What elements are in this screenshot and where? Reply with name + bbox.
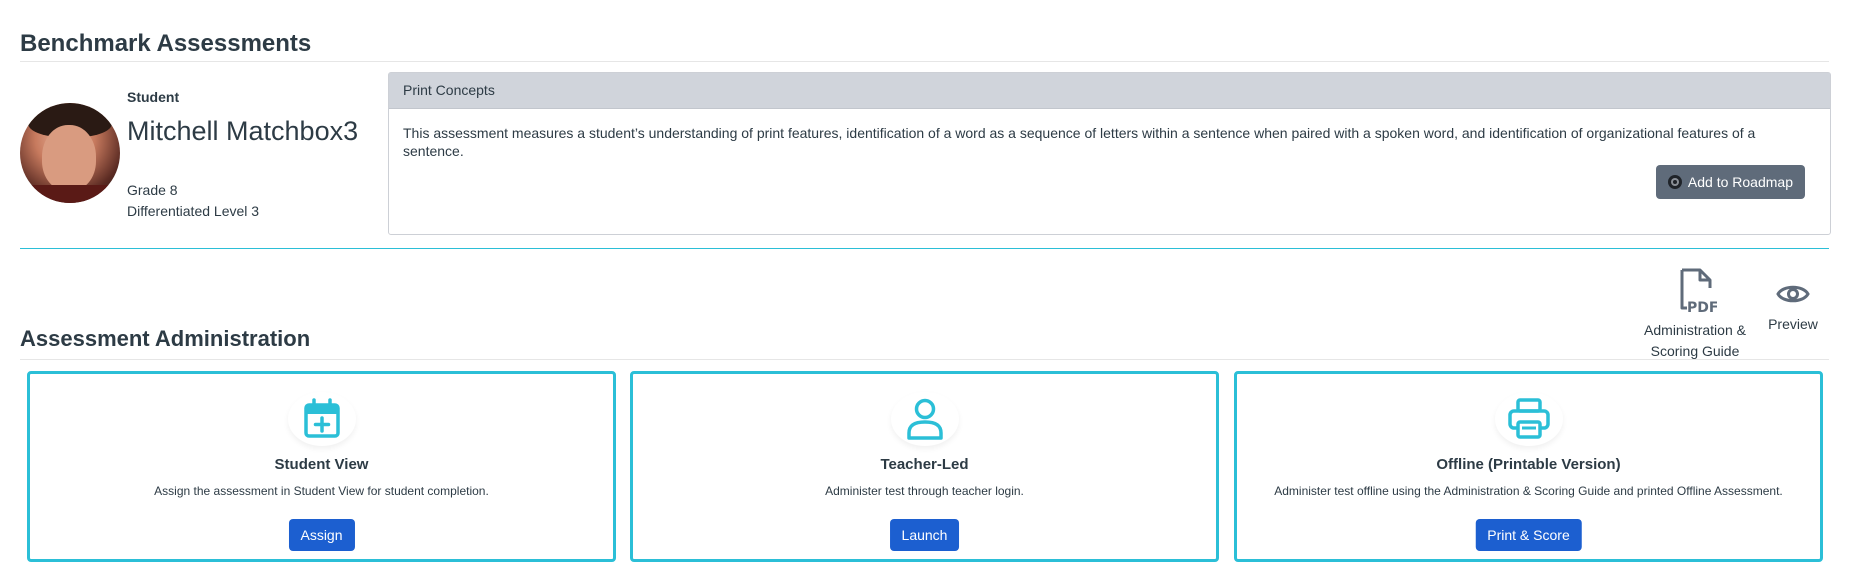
eye-icon <box>1776 285 1810 303</box>
scoring-guide-label-line1: Administration & <box>1644 322 1746 338</box>
student-level: Differentiated Level 3 <box>127 203 260 219</box>
offline-printable-card: Offline (Printable Version) Administer t… <box>1234 371 1823 562</box>
scoring-guide-link[interactable]: PDF Administration & Scoring Guide <box>1635 268 1755 362</box>
card-description: Administer test through teacher login. <box>825 484 1024 498</box>
student-avatar <box>20 103 120 203</box>
roadmap-icon <box>1667 175 1682 189</box>
student-view-card: Student View Assign the assessment in St… <box>27 371 616 562</box>
launch-button[interactable]: Launch <box>889 519 960 551</box>
calendar-plus-icon <box>288 392 356 446</box>
print-and-score-button[interactable]: Print & Score <box>1475 519 1582 551</box>
card-description: Assign the assessment in Student View fo… <box>154 484 489 498</box>
pdf-file-icon: PDF <box>1680 268 1718 316</box>
panel-title: Print Concepts <box>389 73 1830 109</box>
add-to-roadmap-button[interactable]: Add to Roadmap <box>1655 165 1805 199</box>
card-description: Administer test offline using the Admini… <box>1274 484 1783 498</box>
printer-icon <box>1495 392 1563 446</box>
card-title: Teacher-Led <box>880 456 969 473</box>
preview-label: Preview <box>1768 316 1818 332</box>
section-title: Assessment Administration <box>20 326 311 351</box>
student-grade: Grade 8 <box>127 182 178 198</box>
user-icon <box>891 392 959 446</box>
card-title: Student View <box>274 456 369 473</box>
divider <box>20 61 1829 62</box>
student-label: Student <box>127 89 180 105</box>
panel-description: This assessment measures a student’s und… <box>403 125 1756 159</box>
card-title: Offline (Printable Version) <box>1436 456 1621 473</box>
print-concepts-panel: Print Concepts This assessment measures … <box>388 72 1831 235</box>
teacher-led-card: Teacher-Led Administer test through teac… <box>630 371 1219 562</box>
section-divider <box>20 248 1829 249</box>
divider <box>20 359 1829 360</box>
svg-text:PDF: PDF <box>1687 300 1717 314</box>
assign-button[interactable]: Assign <box>288 519 355 551</box>
preview-link[interactable]: Preview <box>1760 280 1826 335</box>
student-name: Mitchell Matchbox3 <box>127 116 359 146</box>
page-title: Benchmark Assessments <box>20 30 312 57</box>
add-to-roadmap-label: Add to Roadmap <box>1687 174 1793 190</box>
